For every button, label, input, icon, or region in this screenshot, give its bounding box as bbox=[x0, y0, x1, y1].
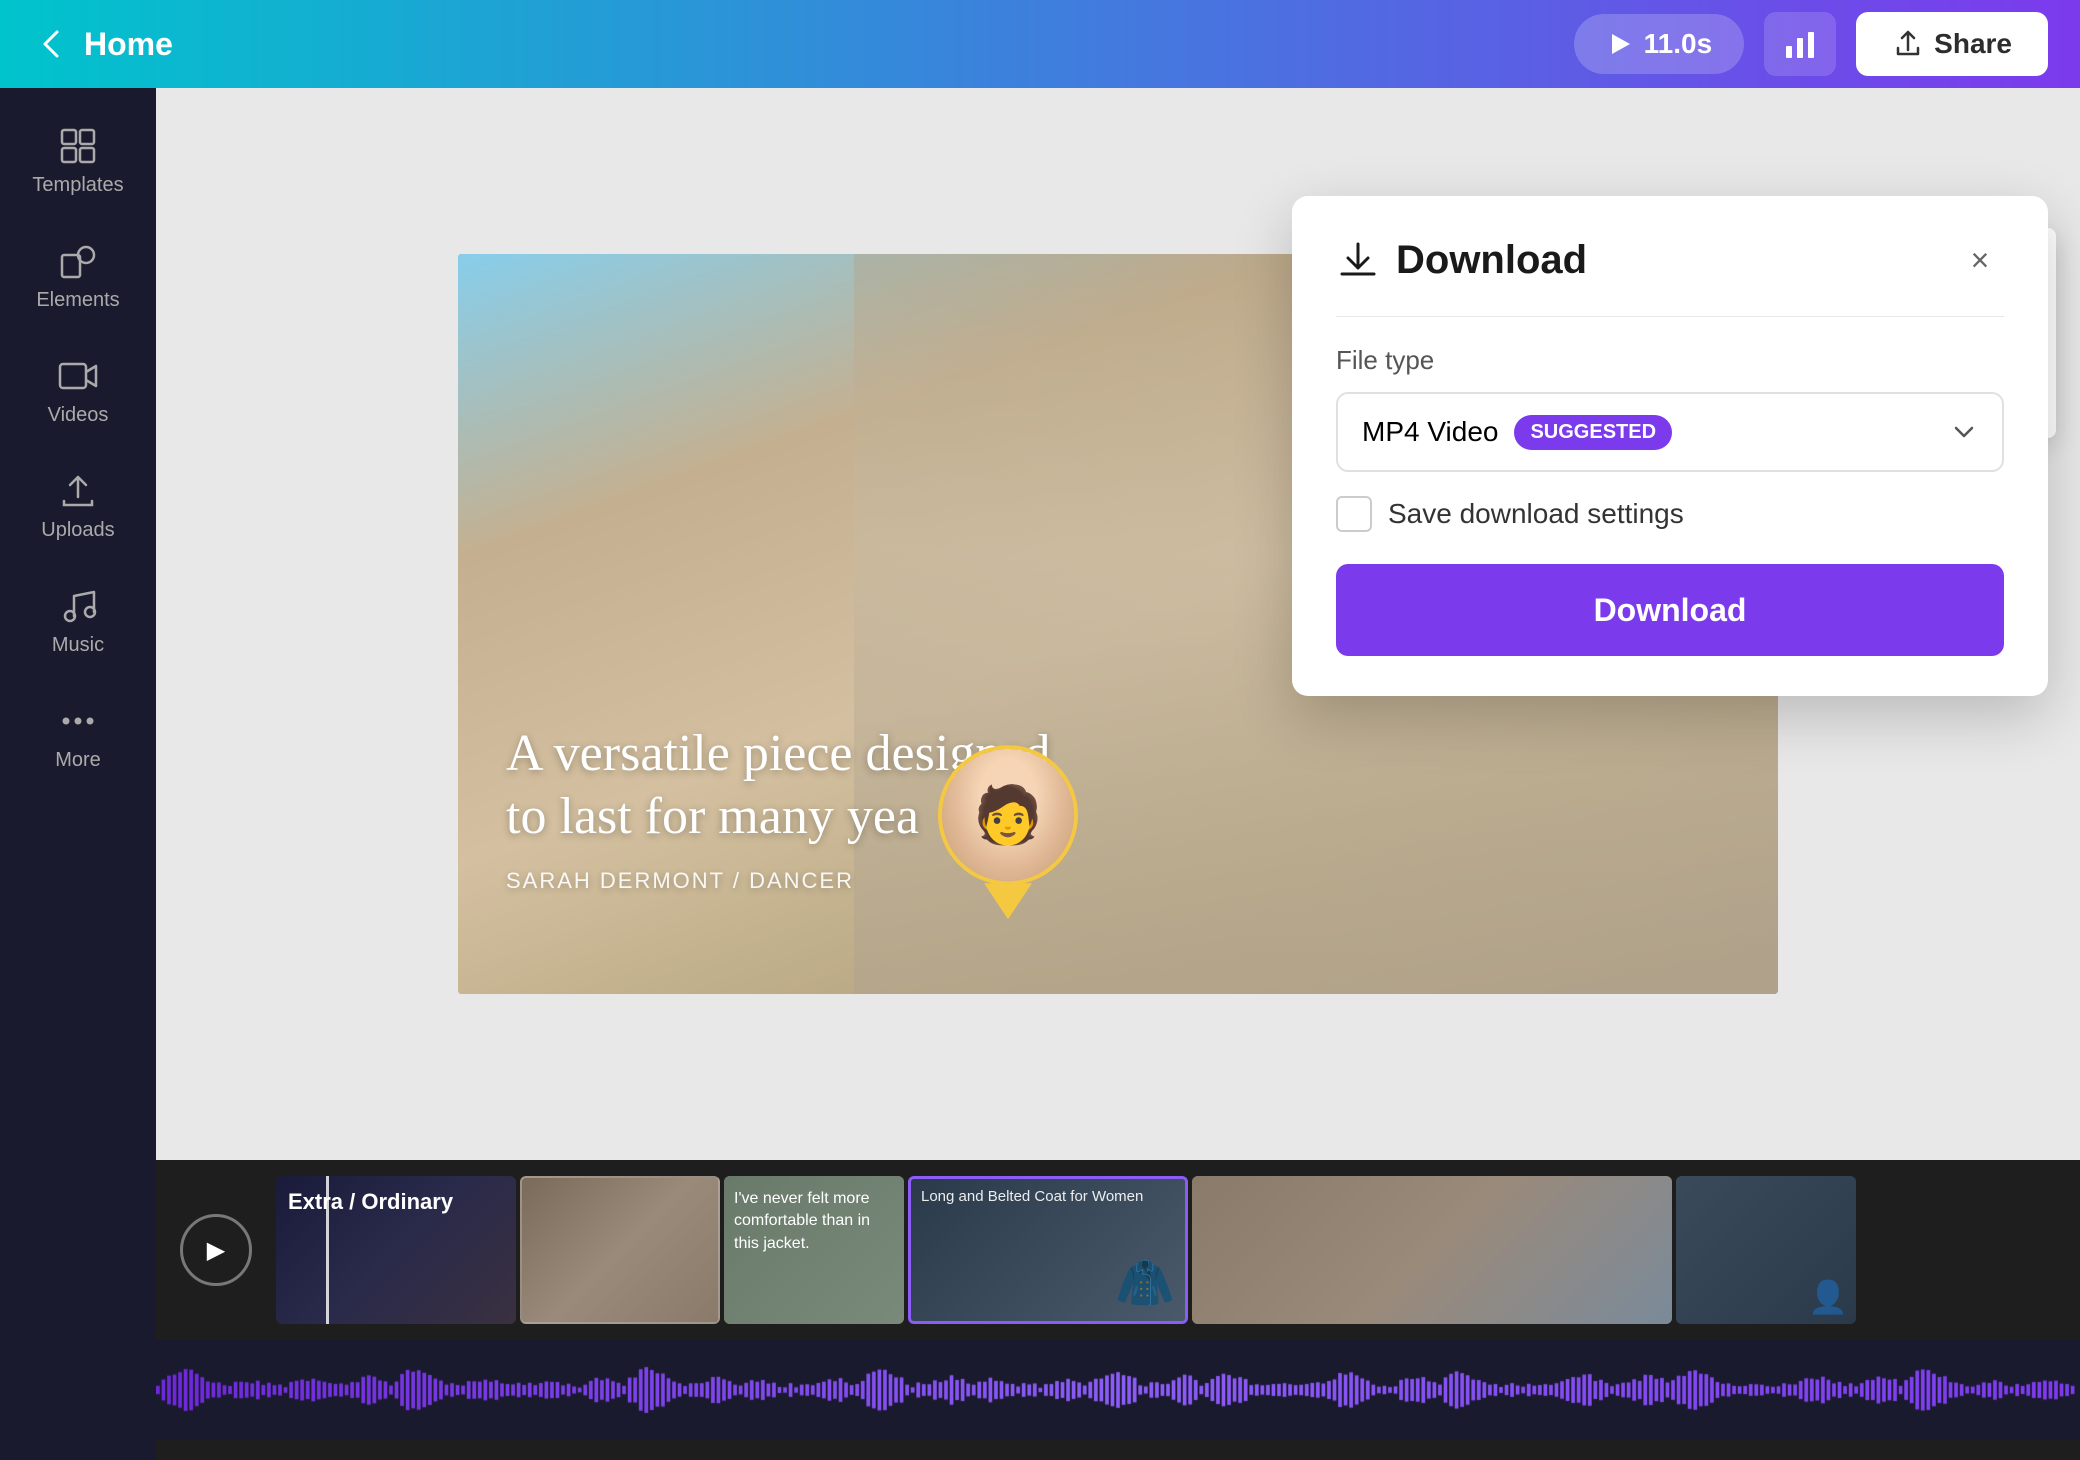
back-arrow-icon bbox=[32, 24, 72, 64]
modal-divider bbox=[1336, 316, 2004, 317]
sidebar-item-templates[interactable]: Templates bbox=[8, 108, 148, 215]
share-label: Share bbox=[1934, 28, 2012, 60]
sidebar: Templates Elements Videos Uploads bbox=[0, 88, 156, 1460]
sidebar-item-elements[interactable]: Elements bbox=[8, 223, 148, 330]
play-button[interactable]: 11.0s bbox=[1574, 14, 1745, 74]
play-icon bbox=[1606, 30, 1634, 58]
dots-icon bbox=[58, 701, 98, 741]
video-icon bbox=[58, 356, 98, 396]
home-label: Home bbox=[84, 26, 173, 63]
modal-overlay: Download × File type MP4 Video SUGGESTED bbox=[156, 88, 2080, 1460]
file-type-label: File type bbox=[1336, 345, 2004, 376]
save-settings-checkbox[interactable] bbox=[1336, 496, 1372, 532]
download-action-button[interactable]: Download bbox=[1336, 564, 2004, 656]
file-type-left: MP4 Video SUGGESTED bbox=[1362, 415, 1672, 450]
elements-label: Elements bbox=[36, 289, 119, 312]
templates-label: Templates bbox=[32, 174, 123, 197]
chevron-down-icon bbox=[1950, 418, 1978, 446]
upload-icon bbox=[58, 471, 98, 511]
music-label: Music bbox=[52, 634, 104, 657]
main-layout: Templates Elements Videos Uploads bbox=[0, 88, 2080, 1460]
sidebar-item-music[interactable]: Music bbox=[8, 568, 148, 675]
shapes-icon bbox=[58, 241, 98, 281]
play-duration: 11.0s bbox=[1644, 28, 1713, 60]
save-settings-label: Save download settings bbox=[1388, 498, 1684, 530]
sidebar-item-more[interactable]: More bbox=[8, 683, 148, 790]
download-icon bbox=[1336, 238, 1380, 282]
file-type-select[interactable]: MP4 Video SUGGESTED bbox=[1336, 392, 2004, 472]
modal-title-row: Download bbox=[1336, 238, 1587, 283]
sidebar-item-videos[interactable]: Videos bbox=[8, 338, 148, 445]
share-button[interactable]: Share bbox=[1856, 12, 2048, 76]
canvas-area: A versatile piece designed to last for m… bbox=[156, 88, 2080, 1460]
sidebar-item-uploads[interactable]: Uploads bbox=[8, 453, 148, 560]
modal-title: Download bbox=[1396, 238, 1587, 283]
download-modal: Download × File type MP4 Video SUGGESTED bbox=[1292, 196, 2048, 696]
music-icon bbox=[58, 586, 98, 626]
share-icon bbox=[1892, 28, 1924, 60]
more-label: More bbox=[55, 749, 101, 772]
uploads-label: Uploads bbox=[41, 519, 114, 542]
modal-header: Download × bbox=[1336, 236, 2004, 284]
chart-icon bbox=[1782, 26, 1818, 62]
home-button[interactable]: Home bbox=[32, 24, 173, 64]
analytics-button[interactable] bbox=[1764, 12, 1836, 76]
suggested-badge: SUGGESTED bbox=[1514, 415, 1672, 450]
videos-label: Videos bbox=[48, 404, 109, 427]
modal-close-button[interactable]: × bbox=[1956, 236, 2004, 284]
save-settings-row: Save download settings bbox=[1336, 496, 2004, 532]
file-type-value: MP4 Video bbox=[1362, 416, 1498, 448]
topbar: Home 11.0s Share bbox=[0, 0, 2080, 88]
grid-icon bbox=[58, 126, 98, 166]
